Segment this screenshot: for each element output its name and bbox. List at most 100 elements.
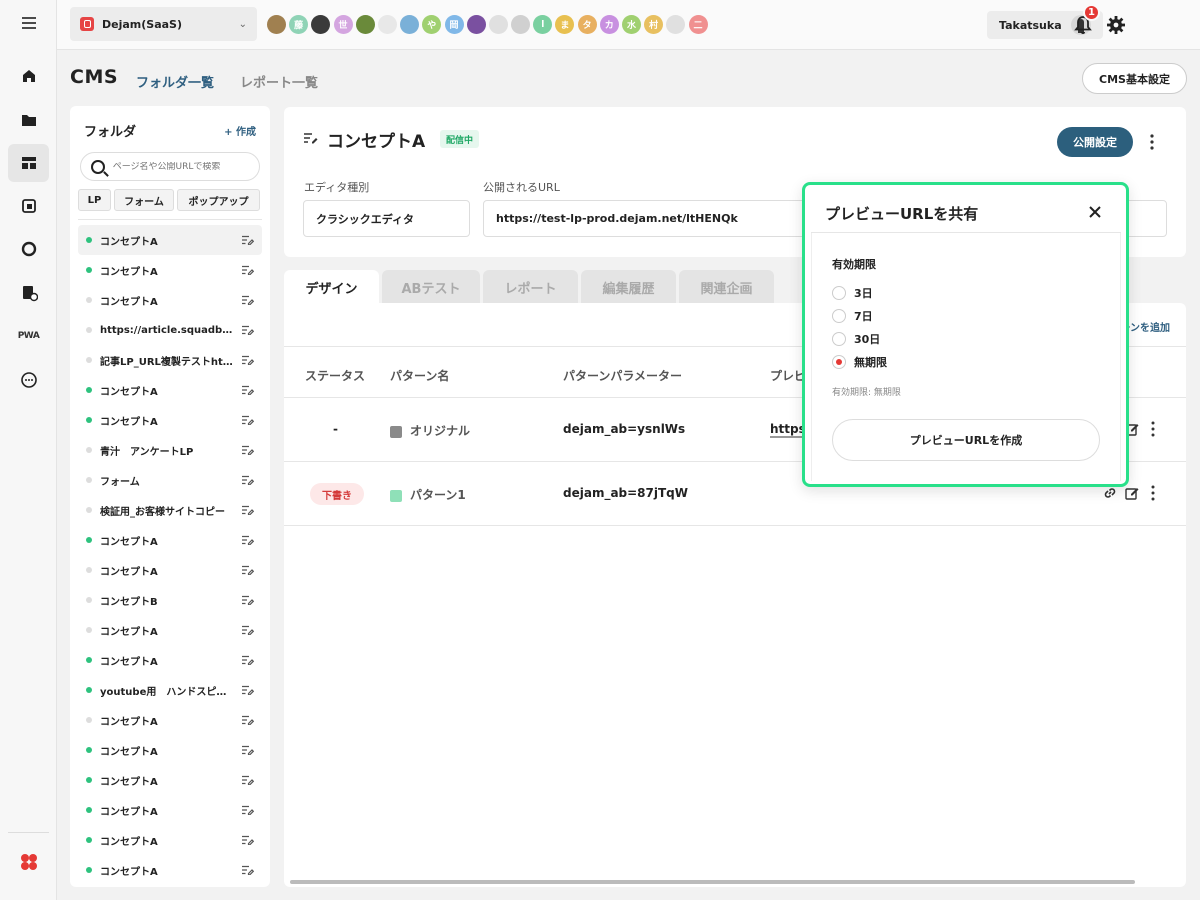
radio-button-selected[interactable]	[832, 355, 846, 369]
folder-list-item[interactable]: コンセプトA	[78, 795, 262, 825]
edit-list-icon[interactable]	[242, 295, 254, 305]
pwa-icon[interactable]: PWA	[8, 317, 49, 355]
edit-list-icon[interactable]	[242, 265, 254, 275]
layout-icon[interactable]	[8, 144, 49, 182]
member-avatar[interactable]: 岡	[444, 15, 464, 34]
filter-tab-form[interactable]: フォーム	[114, 189, 174, 211]
folder-list-item[interactable]: 青汁 アンケートLP	[78, 435, 262, 465]
folder-list-item[interactable]: コンセプトA	[78, 735, 262, 765]
folder-list-item[interactable]: コンセプトB	[78, 585, 262, 615]
link-icon[interactable]	[1103, 486, 1117, 500]
member-avatar[interactable]	[400, 15, 420, 34]
form-add-icon[interactable]	[8, 274, 49, 312]
member-avatar[interactable]: ま	[555, 15, 575, 34]
more-icon[interactable]	[8, 361, 49, 399]
edit-list-icon[interactable]	[242, 805, 254, 815]
page-icon[interactable]	[8, 187, 49, 225]
tab-design[interactable]: デザイン	[284, 270, 379, 304]
edit-list-icon[interactable]	[242, 685, 254, 695]
member-avatar[interactable]: カ	[599, 15, 619, 34]
edit-list-icon[interactable]	[242, 355, 254, 365]
brand-logo-icon[interactable]	[8, 843, 49, 881]
member-avatar[interactable]: タ	[577, 15, 597, 34]
editor-type-field[interactable]: クラシックエディタ	[303, 200, 470, 237]
checklist-icon[interactable]	[242, 475, 254, 485]
edit-list-icon[interactable]	[242, 595, 254, 605]
member-avatar[interactable]	[311, 15, 331, 34]
folder-list-item[interactable]: コンセプトA	[78, 855, 262, 885]
radio-button[interactable]	[832, 286, 846, 300]
edit-icon[interactable]	[1125, 486, 1139, 500]
tab-report[interactable]: レポート	[483, 270, 578, 304]
tab-folders[interactable]: フォルダ一覧	[136, 72, 214, 91]
workspace-selector[interactable]: Dejam(SaaS) ⌄	[70, 7, 257, 41]
menu-icon[interactable]	[8, 4, 49, 42]
home-icon[interactable]	[8, 57, 49, 95]
edit-list-icon[interactable]	[242, 235, 254, 245]
create-preview-url-button[interactable]: プレビューURLを作成	[832, 419, 1100, 461]
horizontal-scrollbar[interactable]	[290, 880, 1135, 884]
edit-list-icon[interactable]	[242, 565, 254, 575]
kebab-menu-icon[interactable]	[1148, 133, 1156, 151]
folder-list-item[interactable]: youtube用 ハンドスピナー	[78, 675, 262, 705]
member-avatar[interactable]	[267, 15, 286, 34]
folder-list-item[interactable]: コンセプトA	[78, 645, 262, 675]
edit-list-icon[interactable]	[242, 415, 254, 425]
radio-button[interactable]	[832, 332, 846, 346]
search-input[interactable]	[112, 161, 249, 172]
member-avatar[interactable]: 藤	[289, 15, 309, 34]
row-pattern-name[interactable]: オリジナル	[390, 422, 470, 439]
edit-list-icon[interactable]	[242, 505, 254, 515]
edit-list-icon[interactable]	[242, 445, 254, 455]
row-kebab-icon[interactable]	[1150, 485, 1156, 501]
folder-list-item[interactable]: コンセプトA	[78, 825, 262, 855]
edit-list-icon[interactable]	[242, 385, 254, 395]
tab-edit-history[interactable]: 編集履歴	[581, 270, 676, 304]
member-avatar[interactable]: 水	[622, 15, 641, 34]
folder-list-item[interactable]: コンセプトA	[78, 375, 262, 405]
row-kebab-icon[interactable]	[1150, 421, 1156, 437]
cms-settings-button[interactable]: CMS基本設定	[1082, 63, 1187, 94]
edit-list-icon[interactable]	[242, 835, 254, 845]
filter-tab-lp[interactable]: LP	[78, 189, 111, 211]
edit-list-icon[interactable]	[242, 865, 254, 875]
edit-list-icon[interactable]	[242, 715, 254, 725]
edit-list-icon[interactable]	[242, 325, 254, 335]
create-folder-button[interactable]: + 作成	[224, 123, 256, 138]
close-icon[interactable]	[1088, 205, 1102, 219]
member-avatar[interactable]	[466, 15, 486, 34]
row-pattern-name[interactable]: パターン1	[390, 486, 466, 503]
radio-button[interactable]	[832, 309, 846, 323]
member-avatar[interactable]	[377, 15, 397, 34]
circle-icon[interactable]	[8, 230, 49, 268]
filter-tab-popup[interactable]: ポップアップ	[177, 189, 260, 211]
member-avatar[interactable]: や	[422, 15, 442, 34]
folder-list-item[interactable]: コンセプトA	[78, 225, 262, 255]
expiry-option-unlimited[interactable]: 無期限	[832, 354, 887, 370]
expiry-option-3days[interactable]: 3日	[832, 285, 873, 301]
member-avatar[interactable]	[666, 15, 686, 34]
member-avatar[interactable]: l	[533, 15, 553, 34]
member-avatar[interactable]	[511, 15, 531, 34]
folder-list-item[interactable]: https://article.squadbeyond...	[78, 315, 262, 345]
edit-list-icon[interactable]	[242, 655, 254, 665]
expiry-option-30days[interactable]: 30日	[832, 331, 880, 347]
member-avatar[interactable]: 世	[333, 15, 353, 34]
expiry-option-7days[interactable]: 7日	[832, 308, 873, 324]
folder-icon[interactable]	[8, 101, 49, 139]
edit-list-icon[interactable]	[242, 745, 254, 755]
folder-search[interactable]	[80, 152, 260, 181]
tab-ab-test[interactable]: ABテスト	[382, 270, 480, 304]
folder-list-item[interactable]: コンセプトA	[78, 255, 262, 285]
folder-list-item[interactable]: コンセプトA	[78, 525, 262, 555]
tab-reports[interactable]: レポート一覧	[240, 72, 318, 91]
folder-list-item[interactable]: 検証用_お客様サイトコピー	[78, 495, 262, 525]
folder-list-item[interactable]: フォーム	[78, 465, 262, 495]
gear-icon[interactable]	[1106, 15, 1126, 35]
edit-list-icon[interactable]	[242, 775, 254, 785]
folder-list-item[interactable]: コンセプトA	[78, 405, 262, 435]
member-avatar[interactable]: 村	[644, 15, 664, 34]
edit-list-icon[interactable]	[242, 535, 254, 545]
member-avatar[interactable]	[355, 15, 375, 34]
folder-list-item[interactable]: コンセプトA	[78, 705, 262, 735]
